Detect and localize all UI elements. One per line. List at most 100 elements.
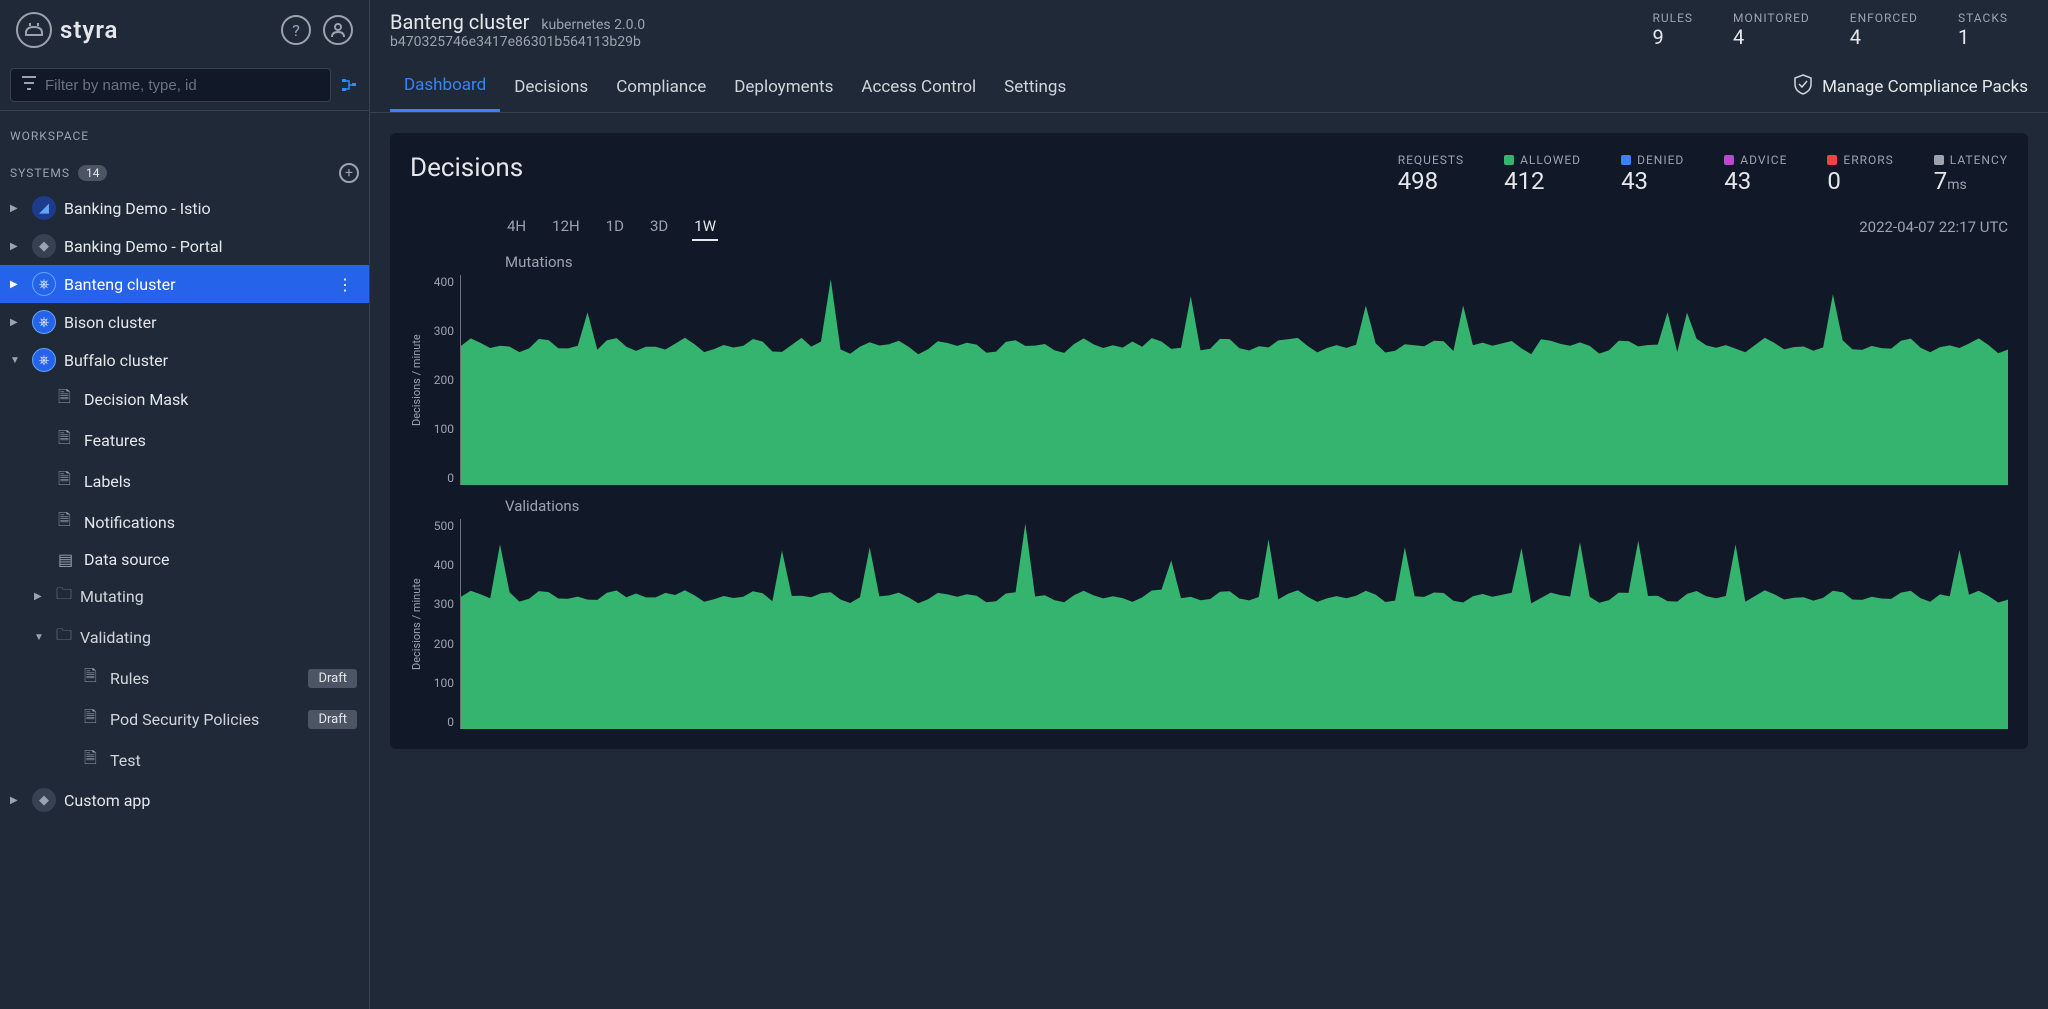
- manage-compliance-packs-button[interactable]: Manage Compliance Packs: [1792, 73, 2028, 100]
- advice-dot-icon: [1724, 155, 1734, 165]
- tab-dashboard[interactable]: Dashboard: [390, 61, 500, 112]
- sidebar-item-banking-portal[interactable]: ▶ ◆ Banking Demo - Portal: [0, 227, 369, 265]
- denied-dot-icon: [1621, 155, 1631, 165]
- chevron-right-icon: ▶: [10, 795, 24, 806]
- sidebar-item-pod-security[interactable]: 🗎 Pod Security Policies Draft: [0, 699, 369, 740]
- hierarchy-icon[interactable]: [339, 75, 359, 95]
- sidebar-item-mutating[interactable]: ▶ 🗀 Mutating: [0, 576, 369, 617]
- errors-dot-icon: [1827, 155, 1837, 165]
- kubernetes-icon: ⎈: [32, 310, 56, 334]
- system-hash: b470325746e3417e86301b564113b29b: [390, 34, 645, 50]
- metric-denied: DENIED43: [1621, 153, 1684, 195]
- sidebar-item-bison[interactable]: ▶ ⎈ Bison cluster: [0, 303, 369, 341]
- sidebar-item-label: Pod Security Policies: [110, 710, 259, 729]
- sidebar-item-label: Test: [110, 751, 141, 770]
- chevron-right-icon: ▶: [10, 241, 24, 252]
- range-12h[interactable]: 12H: [550, 213, 582, 241]
- metric-allowed: ALLOWED412: [1504, 153, 1581, 195]
- sidebar-item-label: Custom app: [64, 791, 150, 810]
- y-axis-ticks: 4003002001000: [426, 275, 460, 485]
- sidebar-item-banking-istio[interactable]: ▶ ◢ Banking Demo - Istio: [0, 189, 369, 227]
- sidebar-item-validating[interactable]: ▼ 🗀 Validating: [0, 617, 369, 658]
- range-1w[interactable]: 1W: [692, 213, 718, 241]
- y-axis-label: Decisions / minute: [410, 519, 426, 729]
- sidebar-item-label: Banteng cluster: [64, 275, 176, 294]
- metric-latency: LATENCY7ms: [1934, 153, 2008, 195]
- sidebar-item-data-source[interactable]: ▤ Data source: [58, 543, 369, 576]
- sidebar-item-test[interactable]: 🗎Test: [0, 740, 369, 781]
- chart-timestamp: 2022-04-07 22:17 UTC: [1859, 218, 2008, 236]
- file-icon: 🗎: [58, 386, 76, 413]
- more-icon[interactable]: ⋮: [331, 275, 359, 294]
- sidebar-item-label: Data source: [84, 550, 169, 569]
- chart-title: Mutations: [410, 253, 2008, 271]
- sidebar-item-notifications[interactable]: 🗎 Notifications: [58, 502, 369, 543]
- chart-title: Validations: [410, 497, 2008, 515]
- app-icon: ◆: [32, 234, 56, 258]
- file-icon: 🗎: [84, 706, 102, 733]
- tab-deployments[interactable]: Deployments: [720, 63, 847, 111]
- sidebar-item-label: Mutating: [80, 587, 144, 606]
- range-3d[interactable]: 3D: [648, 213, 670, 241]
- stat-stacks: STACKS1: [1958, 11, 2008, 49]
- allowed-dot-icon: [1504, 155, 1514, 165]
- y-axis-ticks: 5004003002001000: [426, 519, 460, 729]
- chevron-right-icon: ▶: [10, 203, 24, 214]
- sidebar-item-banteng[interactable]: ▶ ⎈ Banteng cluster ⋮: [0, 265, 369, 303]
- y-axis-label: Decisions / minute: [410, 275, 426, 485]
- range-4h[interactable]: 4H: [505, 213, 528, 241]
- sidebar-item-custom-app[interactable]: ▶ ◆ Custom app: [0, 781, 369, 819]
- sidebar-item-label: Bison cluster: [64, 313, 157, 332]
- draft-badge: Draft: [308, 710, 357, 729]
- file-icon: 🗎: [58, 509, 76, 536]
- add-system-button[interactable]: +: [339, 163, 359, 183]
- tab-compliance[interactable]: Compliance: [602, 63, 720, 111]
- manage-packs-label: Manage Compliance Packs: [1822, 77, 2028, 97]
- sidebar-item-labels[interactable]: 🗎Labels: [58, 461, 369, 502]
- database-icon: ▤: [58, 550, 76, 569]
- tab-access-control[interactable]: Access Control: [847, 63, 990, 111]
- sidebar-item-rules[interactable]: 🗎 Rules Draft: [0, 658, 369, 699]
- tab-settings[interactable]: Settings: [990, 63, 1080, 111]
- systems-label: SYSTEMS: [10, 166, 70, 180]
- sidebar-item-label: Features: [84, 431, 146, 450]
- metric-errors: ERRORS0: [1827, 153, 1893, 195]
- sidebar-item-label: Banking Demo - Istio: [64, 199, 211, 218]
- sidebar-item-label: Buffalo cluster: [64, 351, 168, 370]
- draft-badge: Draft: [308, 669, 357, 688]
- file-icon: 🗎: [84, 665, 102, 692]
- mutations-chart: Mutations Decisions / minute 40030020010…: [410, 253, 2008, 485]
- kubernetes-icon: ⎈: [32, 272, 56, 296]
- folder-icon: 🗀: [56, 583, 72, 610]
- chevron-right-icon: ▶: [10, 317, 24, 328]
- sidebar-item-label: Banking Demo - Portal: [64, 237, 223, 256]
- latency-dot-icon: [1934, 155, 1944, 165]
- filter-input[interactable]: [45, 77, 320, 94]
- brand-icon: [16, 12, 52, 48]
- brand-logo[interactable]: styra: [16, 12, 118, 48]
- sidebar-item-label: Rules: [110, 669, 149, 688]
- stat-enforced: ENFORCED4: [1850, 11, 1918, 49]
- tab-decisions[interactable]: Decisions: [500, 63, 602, 111]
- page-subtitle: kubernetes 2.0.0: [541, 17, 645, 33]
- systems-count: 14: [78, 165, 108, 181]
- folder-icon: 🗀: [56, 624, 72, 651]
- sidebar-item-label: Validating: [80, 628, 151, 647]
- panel-title: Decisions: [410, 153, 523, 183]
- range-1d[interactable]: 1D: [604, 213, 626, 241]
- sidebar-item-label: Decision Mask: [84, 390, 188, 409]
- stat-rules: RULES9: [1652, 11, 1693, 49]
- kubernetes-icon: ⎈: [32, 348, 56, 372]
- sidebar-item-label: Notifications: [84, 513, 175, 532]
- sidebar-item-decision-mask[interactable]: 🗎 Decision Mask: [58, 379, 369, 420]
- user-icon[interactable]: [323, 15, 353, 45]
- workspace-label: WORKSPACE: [0, 111, 369, 153]
- stat-monitored: MONITORED4: [1733, 11, 1810, 49]
- file-icon: 🗎: [58, 468, 76, 495]
- sidebar-item-buffalo[interactable]: ▼ ⎈ Buffalo cluster: [0, 341, 369, 379]
- help-icon[interactable]: ?: [281, 15, 311, 45]
- chevron-down-icon: ▼: [10, 355, 24, 366]
- chart-area: [460, 519, 2008, 729]
- brand-text: styra: [60, 16, 118, 44]
- sidebar-item-features[interactable]: 🗎Features: [58, 420, 369, 461]
